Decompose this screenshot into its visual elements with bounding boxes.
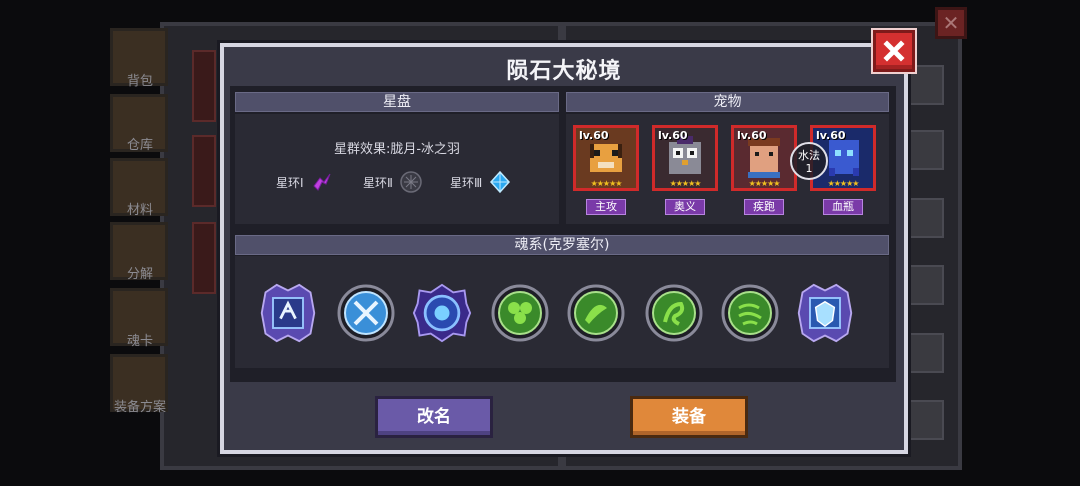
dialog-title: 陨石大秘境 <box>506 59 622 84</box>
soul-skills-panel <box>235 256 889 368</box>
empty-ring-icon <box>400 171 422 193</box>
frost-orb-icon <box>412 283 472 343</box>
soul-skill-7[interactable] <box>720 283 780 343</box>
ice-shield-icon <box>797 283 853 343</box>
background-slot <box>904 333 944 373</box>
rename-button[interactable]: 改名 <box>375 396 493 438</box>
purple-bird-icon <box>312 173 331 191</box>
equipment-plan-tab-label: 装备方案 <box>113 400 166 415</box>
materials-tab-label: 材料 <box>126 203 153 218</box>
soul-skill-1[interactable] <box>258 283 318 343</box>
pet-tag-sprint: 疾跑 <box>744 199 784 215</box>
pet-level: lv.60 <box>737 129 767 142</box>
pets-header: 宠物 <box>566 92 889 112</box>
background-slot <box>904 400 944 440</box>
background-slot <box>904 265 944 305</box>
pet-slot-2[interactable]: lv.60 ★★★★★ <box>652 125 718 191</box>
soul-skill-4[interactable] <box>490 283 550 343</box>
wind-icon <box>721 284 779 342</box>
close-button[interactable] <box>873 30 915 72</box>
soul-skill-5[interactable] <box>566 283 626 343</box>
background-close-icon[interactable]: ✕ <box>935 7 967 39</box>
soul-skill-6[interactable] <box>644 283 704 343</box>
ice-rune-icon <box>260 283 316 343</box>
pet-stars: ★★★★★ <box>827 179 860 188</box>
dismantle-tab-label: 分解 <box>126 267 153 282</box>
pet-level: lv.60 <box>816 129 846 142</box>
soul-skill-3[interactable] <box>412 283 472 343</box>
background-slot <box>904 198 944 238</box>
blue-crystal-icon <box>490 170 511 194</box>
soul-skill-8[interactable] <box>795 283 855 343</box>
pet-tag-ultimate: 奥义 <box>665 199 705 215</box>
pet-slot-3[interactable]: lv.60 ★★★★★ <box>731 125 797 191</box>
star-ring-2-label: 星环Ⅱ <box>363 175 393 190</box>
soul-system-header: 魂系(克罗塞尔) <box>235 235 889 255</box>
vine-icon <box>645 284 703 342</box>
pet-tag-health-potion: 血瓶 <box>823 199 863 215</box>
pet-stars: ★★★★★ <box>669 179 702 188</box>
star-ring-1-label: 星环Ⅰ <box>276 175 304 190</box>
pet-tag-main-attack: 主攻 <box>586 199 626 215</box>
background-card <box>192 135 216 207</box>
pet-stars: ★★★★★ <box>748 179 781 188</box>
star-disk-panel <box>235 114 559 224</box>
background-card <box>192 222 216 294</box>
warehouse-tab-label: 仓库 <box>126 138 153 153</box>
pet-level: lv.60 <box>658 129 688 142</box>
star-disk-header: 星盘 <box>235 92 559 112</box>
star-ring-1[interactable]: 星环Ⅰ <box>276 170 334 194</box>
close-icon <box>883 40 905 62</box>
star-ring-2[interactable]: 星环Ⅱ <box>363 170 423 194</box>
constellation-effect-text: 星群效果:胧月-冰之羽 <box>333 142 461 157</box>
soul-card-tab-label: 魂卡 <box>126 334 153 349</box>
backpack-tab-label: 背包 <box>126 74 153 89</box>
pet-stars: ★★★★★ <box>590 179 623 188</box>
crossed-swords-icon <box>337 284 395 342</box>
star-ring-3[interactable]: 星环Ⅲ <box>450 170 512 194</box>
background-card <box>192 50 216 122</box>
equip-button[interactable]: 装备 <box>630 396 748 438</box>
pet-level: lv.60 <box>579 129 609 142</box>
pet-slot-1[interactable]: lv.60 ★★★★★ <box>573 125 639 191</box>
background-slot <box>904 130 944 170</box>
water-magic-badge: 水法 1 <box>790 142 828 180</box>
soul-skill-2[interactable] <box>336 283 396 343</box>
clover-icon <box>491 284 549 342</box>
leaf-swirl-icon <box>567 284 625 342</box>
star-ring-3-label: 星环Ⅲ <box>450 175 483 190</box>
